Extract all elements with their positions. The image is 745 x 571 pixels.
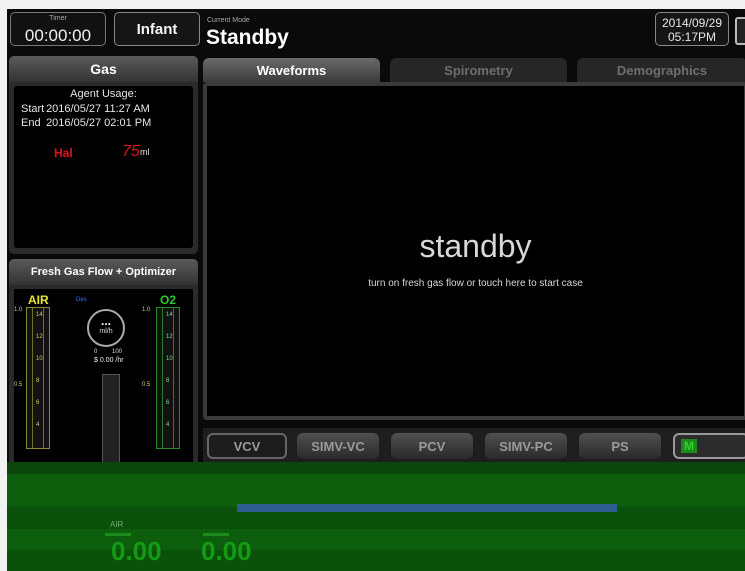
vent-mode-more[interactable]: M [673, 433, 745, 459]
band-blue-stripe [237, 504, 617, 512]
vent-mode-vcv[interactable]: VCV [207, 433, 287, 459]
gauge-value: ... [100, 314, 111, 328]
fresh-gas-flow-title: Fresh Gas Flow + Optimizer [9, 259, 198, 285]
o2-tick: 10 [166, 356, 173, 362]
timer-box[interactable]: Timer 00:00:00 [10, 12, 106, 46]
air-label: AIR [28, 293, 49, 307]
tab-spirometry[interactable]: Spirometry [390, 58, 567, 82]
bottom-value-1: 0.00 [111, 536, 162, 566]
air-tick: 8 [36, 378, 40, 384]
agent-unit: ml [140, 147, 150, 157]
o2-tick: 12 [166, 334, 173, 340]
air-tick: 6 [36, 400, 40, 406]
start-value: 2016/05/27 11:27 AM [46, 103, 150, 115]
vent-mode-pcv[interactable]: PCV [391, 433, 473, 459]
gauge-unit: ml/h [99, 328, 113, 335]
o2-label: O2 [160, 293, 177, 307]
vent-mode-more-label: M [681, 439, 697, 453]
gas-panel-title: Gas [9, 56, 198, 82]
agent-end-row: End 2016/05/27 02:01 PM [21, 117, 151, 129]
bottom-air-label: AIR [110, 520, 124, 529]
bottom-status-band: AIR 0.00 0.00 [7, 462, 745, 571]
agent-usage-title: Agent Usage: [70, 88, 137, 100]
air-tick: 14 [36, 312, 43, 318]
start-label: Start [21, 103, 45, 115]
patient-type-button[interactable]: Infant [114, 12, 200, 46]
date-time-button[interactable]: 2014/09/29 05:17PM [655, 12, 729, 46]
date-value: 2014/09/29 [661, 16, 723, 30]
vent-mode-strip: VCV SIMV-VC PCV SIMV-PC PS M [203, 428, 745, 462]
agent-name: Hal [54, 146, 73, 160]
o2-flow-tube: 14 12 10 8 6 4 [156, 307, 180, 449]
air-tick: 10 [36, 356, 43, 362]
air-scale-mid: 0.5 [14, 382, 23, 388]
optimizer-cost: $ 0.00 /hr [94, 357, 124, 364]
air-tick: 12 [36, 334, 43, 340]
waveform-area[interactable]: standby turn on fresh gas flow or touch … [203, 82, 745, 420]
agent-amount: 75 [122, 143, 140, 160]
end-value: 2016/05/27 02:01 PM [46, 117, 152, 129]
air-flow-tube: 14 12 10 8 6 4 [26, 307, 50, 449]
o2-tick: 4 [166, 422, 170, 428]
agent-usage-box: Agent Usage: Start 2016/05/27 11:27 AM E… [14, 86, 193, 248]
gas-panel[interactable]: Gas Agent Usage: Start 2016/05/27 11:27 … [9, 56, 198, 254]
standby-hint[interactable]: turn on fresh gas flow or touch here to … [207, 278, 744, 289]
current-mode-value: Standby [206, 26, 289, 49]
standby-title: standby [419, 228, 532, 264]
bottom-value-2: 0.00 [201, 536, 252, 566]
des-flow-bar [102, 374, 120, 471]
des-label: Des [76, 297, 87, 303]
time-value: 05:17PM [667, 30, 717, 44]
agent-start-row: Start 2016/05/27 11:27 AM [21, 103, 150, 115]
flowmeter-area: AIR O2 Des 1.0 0.5 14 12 10 8 6 4 ... ml… [14, 289, 193, 471]
ventilator-screen: Timer 00:00:00 Infant Current Mode Stand… [7, 9, 745, 571]
gauge-min: 0 [94, 349, 98, 355]
vent-mode-ps[interactable]: PS [579, 433, 661, 459]
timer-label: Timer [49, 15, 67, 22]
des-flow-gauge: ... ml/h [87, 309, 125, 347]
o2-tick: 8 [166, 378, 170, 384]
tab-waveforms[interactable]: Waveforms [203, 58, 380, 82]
gauge-max: 100 [112, 349, 123, 355]
vent-mode-simv-pc[interactable]: SIMV-PC [485, 433, 567, 459]
band-top-shade [7, 462, 745, 474]
timer-value: 00:00:00 [24, 26, 92, 45]
fresh-gas-flow-panel[interactable]: Fresh Gas Flow + Optimizer AIR O2 Des 1.… [9, 259, 198, 471]
o2-scale-top: 1.0 [142, 307, 151, 313]
tab-demographics[interactable]: Demographics [577, 58, 745, 82]
o2-tick: 6 [166, 400, 170, 406]
o2-tick: 14 [166, 312, 173, 318]
air-scale-top: 1.0 [14, 307, 23, 313]
end-label: End [21, 117, 41, 129]
vent-mode-simv-vc[interactable]: SIMV-VC [297, 433, 379, 459]
current-mode-label: Current Mode [207, 17, 250, 24]
o2-scale-mid: 0.5 [142, 382, 151, 388]
menu-icon[interactable] [735, 17, 745, 45]
air-tick: 4 [36, 422, 40, 428]
